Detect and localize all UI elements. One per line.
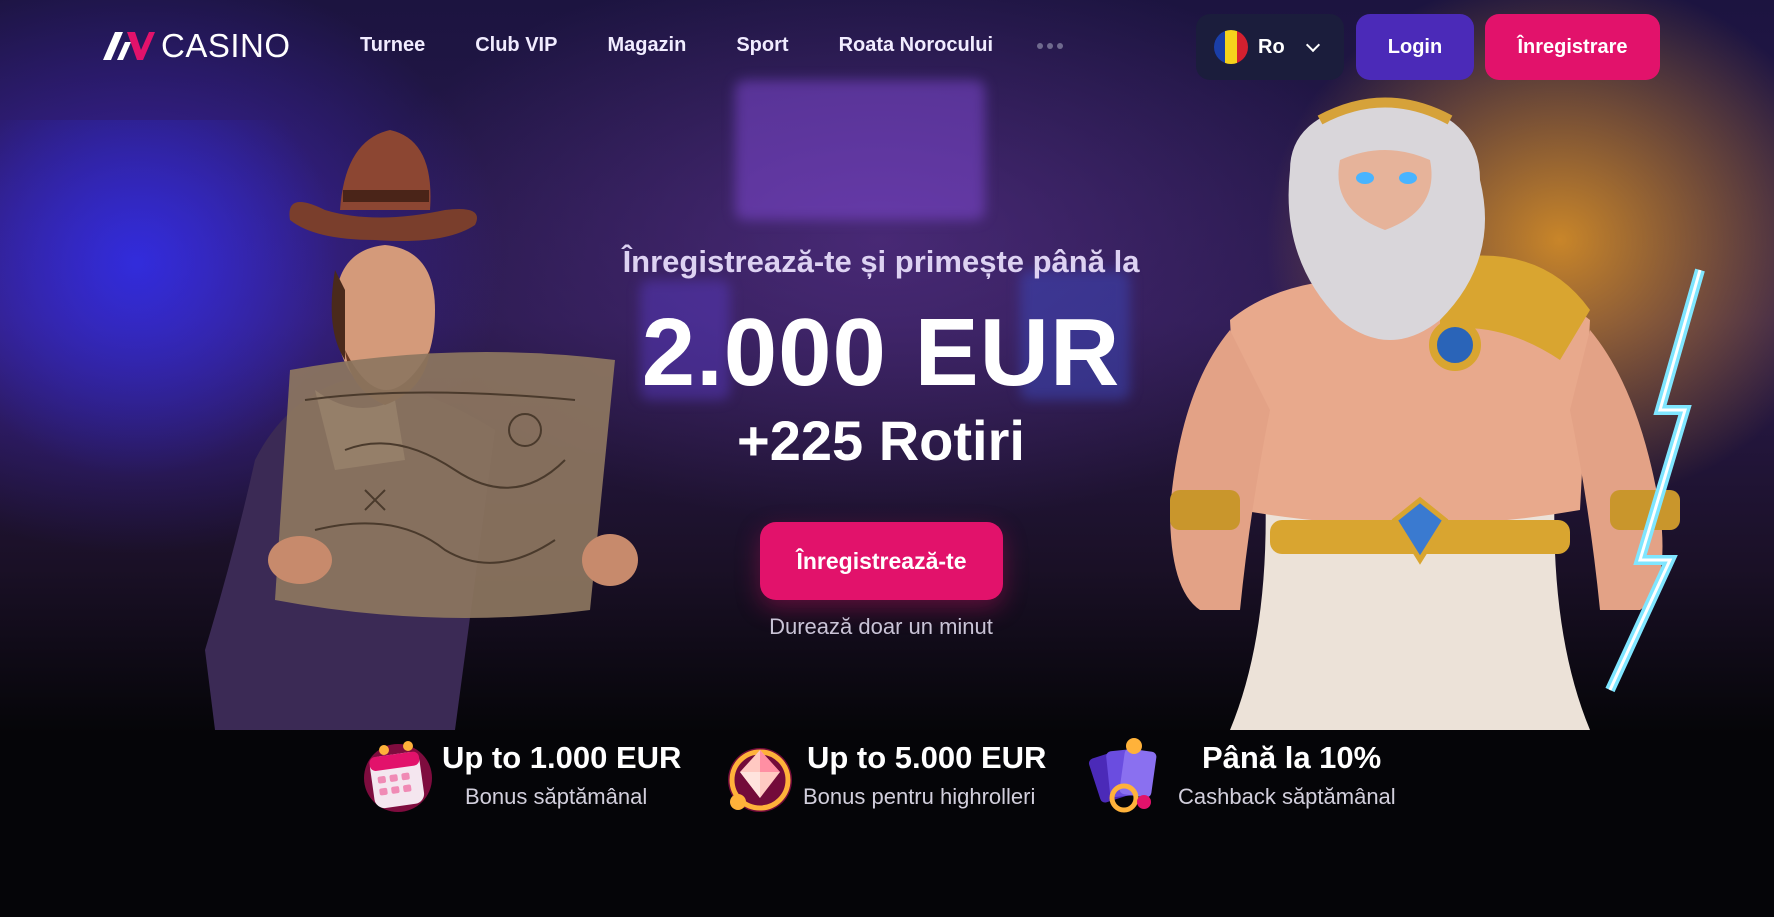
perk-title: Până la 10% xyxy=(1202,740,1382,775)
login-button[interactable]: Login xyxy=(1356,14,1474,80)
logo[interactable]: CASINO xyxy=(101,27,291,64)
cards-icon xyxy=(1088,738,1157,813)
register-button[interactable]: Înregistrare xyxy=(1485,14,1660,80)
perk-weekly-bonus: Up to 1.000 EUR Bonus săptămânal xyxy=(360,734,700,816)
perk-cashback: Până la 10% Cashback săptămânal xyxy=(1088,734,1428,816)
perk-description: Bonus săptămânal xyxy=(465,784,648,809)
hero-bonus-amount: 2.000 EUR xyxy=(641,299,1121,406)
hero-free-spins: +225 Rotiri xyxy=(737,409,1025,472)
more-menu-icon[interactable] xyxy=(1037,36,1065,56)
perk-title: Up to 5.000 EUR xyxy=(807,740,1047,775)
perk-description: Bonus pentru highrolleri xyxy=(803,784,1036,809)
logo-mark-icon xyxy=(103,32,155,60)
nav-item-roata-norocului[interactable]: Roata Norocului xyxy=(839,34,993,57)
nav-item-turnee[interactable]: Turnee xyxy=(360,34,425,57)
main-nav: Turnee Club VIP Magazin Sport Roata Noro… xyxy=(360,34,1043,57)
hero-register-button[interactable]: Înregistrează-te xyxy=(760,522,1003,600)
logo-text: CASINO xyxy=(161,27,291,64)
nav-item-magazin[interactable]: Magazin xyxy=(607,34,686,57)
romania-flag-icon xyxy=(1214,30,1248,64)
language-selector[interactable]: Ro xyxy=(1196,14,1344,80)
site-header: CASINO Turnee Club VIP Magazin Sport Roa… xyxy=(0,0,1774,94)
perk-highroller-bonus: Up to 5.000 EUR Bonus pentru highrolleri xyxy=(722,734,1062,816)
chevron-down-icon xyxy=(1305,37,1321,53)
diamond-icon xyxy=(728,748,792,812)
nav-item-sport[interactable]: Sport xyxy=(736,34,788,57)
perk-title: Up to 1.000 EUR xyxy=(442,740,682,775)
background-slot xyxy=(735,80,985,220)
perk-description: Cashback săptămânal xyxy=(1178,784,1396,809)
calendar-icon xyxy=(364,741,432,812)
nav-item-club-vip[interactable]: Club VIP xyxy=(475,34,557,57)
hero-subtitle: Înregistrează-te și primește până la xyxy=(622,244,1140,279)
language-label: Ro xyxy=(1258,35,1285,58)
hero-cta-note: Durează doar un minut xyxy=(769,614,993,639)
